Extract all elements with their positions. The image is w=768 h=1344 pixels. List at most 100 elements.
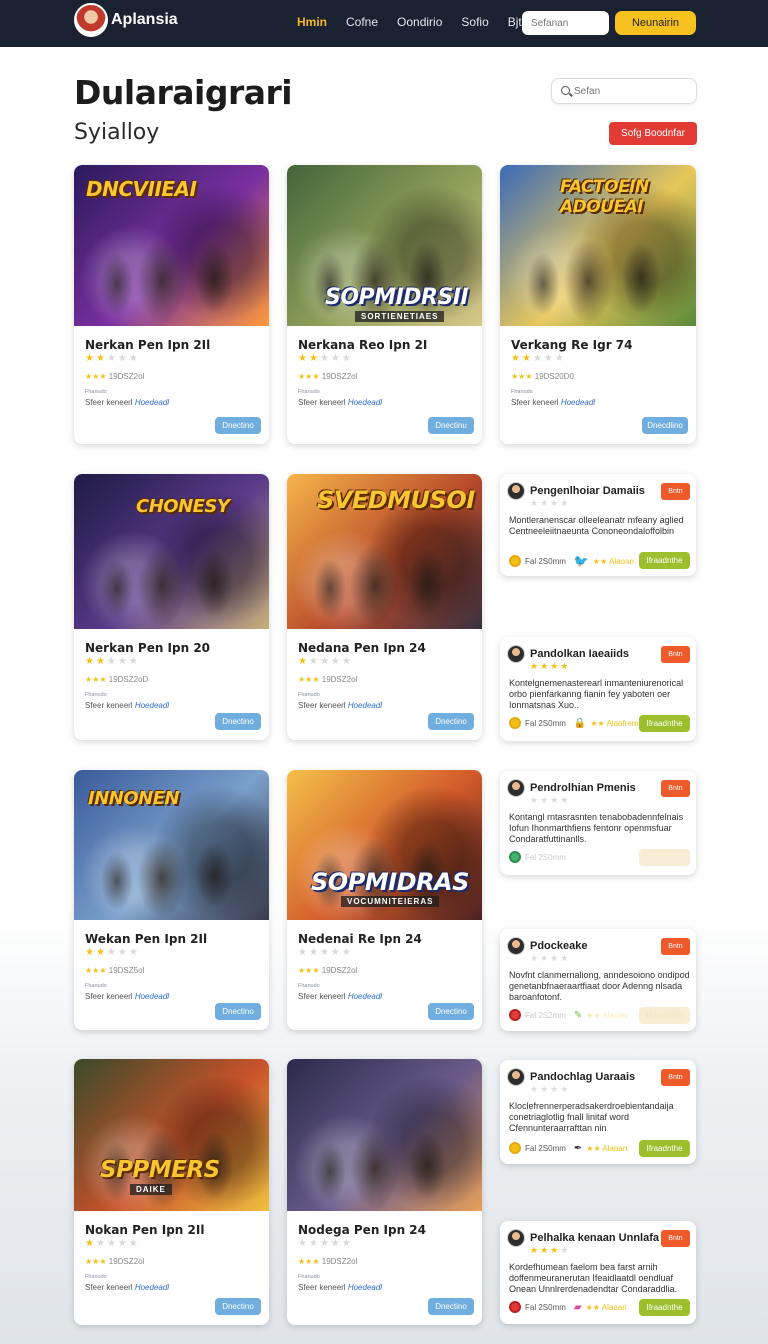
red-action-button[interactable]: Sofg Boodnfar bbox=[609, 122, 697, 145]
reviewer-name[interactable]: Pdockeake bbox=[530, 940, 587, 952]
review-tag-button[interactable]: Bntn bbox=[661, 483, 690, 500]
game-cover-image[interactable]: CHONESY bbox=[74, 474, 269, 629]
game-card[interactable]: FACTOEIN ADOUEAI Verkang Re Igr 74 ★★★★★… bbox=[500, 165, 696, 444]
game-title[interactable]: Nedana Pen Ipn 24 bbox=[298, 641, 426, 655]
brand-logo[interactable]: Aplansia bbox=[74, 3, 178, 37]
game-card[interactable]: SPPMERS DAIKE Nokan Pen Ipn 2Il ★★★★★ ★★… bbox=[74, 1059, 269, 1325]
review-tag-button[interactable]: Bntn bbox=[661, 646, 690, 663]
review-action-button[interactable]: Ifraadnthe bbox=[639, 715, 690, 732]
game-meta-link[interactable]: Hoedeadl bbox=[348, 701, 382, 710]
game-cover-image[interactable]: FACTOEIN ADOUEAI bbox=[500, 165, 696, 326]
game-cover-image[interactable] bbox=[287, 1059, 482, 1211]
star-icon: ★ bbox=[543, 353, 555, 364]
game-meta-link[interactable]: Hoedeadl bbox=[135, 992, 169, 1001]
avatar[interactable] bbox=[507, 1068, 525, 1086]
coin-icon bbox=[509, 1009, 521, 1021]
game-action-button[interactable]: Dnectino bbox=[215, 1003, 261, 1020]
game-title[interactable]: Nerkana Reo Ipn 2I bbox=[298, 338, 427, 352]
review-tag-button[interactable]: Bntn bbox=[661, 938, 690, 955]
avatar[interactable] bbox=[507, 1229, 525, 1247]
review-card[interactable]: Pandolkan Iaeaiids Bntn ★★★★ Kontelgneme… bbox=[500, 637, 696, 741]
nav-link-4[interactable]: Sofio bbox=[461, 15, 488, 29]
game-action-button[interactable]: Dnectino bbox=[215, 417, 261, 434]
review-card[interactable]: Pengenlhoiar Damaiis Bntn ★★★★ Montleran… bbox=[500, 474, 696, 576]
game-rating-value: 19DSZ2ol bbox=[108, 372, 145, 381]
game-action-button[interactable]: Dnectino bbox=[428, 1003, 474, 1020]
review-card[interactable]: Pelhalka kenaan Unnlafa Bntn ★★★★ Kordef… bbox=[500, 1221, 696, 1324]
avatar[interactable] bbox=[507, 779, 525, 797]
game-title[interactable]: Nerkan Pen Ipn 2Il bbox=[85, 338, 210, 352]
review-card[interactable]: Pdockeake Bntn ★★★★ Novfnt clanmernalion… bbox=[500, 929, 696, 1031]
pencil-icon: ✎ bbox=[573, 1009, 583, 1021]
reviewer-name[interactable]: Pendrolhian Pmenis bbox=[530, 782, 636, 794]
game-action-button[interactable]: Dnectino bbox=[215, 713, 261, 730]
game-meta-text: Sfeer keneerl bbox=[511, 398, 559, 407]
nav-cta-button[interactable]: Neunairin bbox=[615, 11, 696, 35]
game-cover-image[interactable]: SVEDMUSOI bbox=[287, 474, 482, 629]
game-title[interactable]: Nerkan Pen Ipn 20 bbox=[85, 641, 210, 655]
page-search-input[interactable] bbox=[574, 83, 690, 100]
nav-search-input[interactable] bbox=[522, 11, 609, 35]
game-card[interactable]: SOPMIDRAS VOCUMNITEIERAS Nedenai Re Ipn … bbox=[287, 770, 482, 1030]
review-card[interactable]: Pandochlag Uaraais Bntn ★★★★ Kloclefrenn… bbox=[500, 1060, 696, 1164]
reviewer-name[interactable]: Pandolkan Iaeaiids bbox=[530, 648, 629, 660]
star-icon: ★ bbox=[298, 947, 309, 958]
game-action-button[interactable]: Dnectino bbox=[428, 713, 474, 730]
star-icon: ★ bbox=[540, 1084, 551, 1094]
nav-link-3[interactable]: Oondirio bbox=[397, 15, 442, 29]
game-cover-image[interactable]: SPPMERS DAIKE bbox=[74, 1059, 269, 1211]
review-action-button[interactable]: Ifraadnthe bbox=[639, 552, 690, 569]
reviewer-name[interactable]: Pengenlhoiar Damaiis bbox=[530, 485, 645, 497]
avatar[interactable] bbox=[507, 937, 525, 955]
star-icon: ★ bbox=[341, 1238, 353, 1249]
game-meta-link[interactable]: Hoedeadl bbox=[135, 701, 169, 710]
review-tag-button[interactable]: Bntn bbox=[661, 780, 690, 797]
game-action-button[interactable]: Dnectino bbox=[215, 1298, 261, 1315]
review-body: Kontelgnemenasterearl inmanteniurenorica… bbox=[509, 678, 684, 710]
star-icon: ★ bbox=[540, 661, 551, 671]
page-search-box[interactable] bbox=[551, 78, 697, 104]
game-meta-text: Sfeer keneerl bbox=[85, 1283, 133, 1292]
review-tag-button[interactable]: Bntn bbox=[661, 1230, 690, 1247]
game-title[interactable]: Wekan Pen Ipn 2Il bbox=[85, 932, 207, 946]
game-meta-link[interactable]: Hoedeadl bbox=[135, 1283, 169, 1292]
reviewer-name[interactable]: Pelhalka kenaan Unnlafa bbox=[530, 1232, 659, 1244]
review-card[interactable]: Pendrolhian Pmenis Bntn ★★★★ Kontangl rn… bbox=[500, 771, 696, 875]
game-meta: Sfeer keneerl Hoedeadl bbox=[85, 701, 169, 710]
review-action-button[interactable]: Ifraadnthe bbox=[639, 1299, 690, 1316]
review-action-button[interactable] bbox=[639, 849, 690, 866]
game-meta-link[interactable]: Hoedeadl bbox=[348, 992, 382, 1001]
nav-link-2[interactable]: Cofne bbox=[346, 15, 378, 29]
game-cover-image[interactable]: SOPMIDRSII SORTIENETIAES bbox=[287, 165, 482, 326]
game-meta-link[interactable]: Hoedeadl bbox=[348, 398, 382, 407]
game-action-button[interactable]: Dnectino bbox=[428, 1298, 474, 1315]
avatar[interactable] bbox=[507, 482, 525, 500]
game-action-button[interactable]: Dnecdlino bbox=[642, 417, 688, 434]
review-action-button[interactable]: Ifraadnthe bbox=[639, 1007, 690, 1024]
game-card[interactable]: CHONESY Nerkan Pen Ipn 20 ★★★★★ ★★★ 19DS… bbox=[74, 474, 269, 740]
game-card[interactable]: SVEDMUSOI Nedana Pen Ipn 24 ★★★★★ ★★★ 19… bbox=[287, 474, 482, 740]
game-title[interactable]: Nedenai Re Ipn 24 bbox=[298, 932, 422, 946]
game-title[interactable]: Nodega Pen Ipn 24 bbox=[298, 1223, 426, 1237]
nav-link-home[interactable]: Hmin bbox=[297, 15, 327, 29]
game-card[interactable]: DNCVIIEAI Nerkan Pen Ipn 2Il ★★★★★ ★★★ 1… bbox=[74, 165, 269, 444]
game-card[interactable]: Nodega Pen Ipn 24 ★★★★★ ★★★ 19DSZ2ol Fha… bbox=[287, 1059, 482, 1325]
brand-name: Aplansia bbox=[111, 11, 178, 28]
avatar[interactable] bbox=[507, 645, 525, 663]
game-cover-image[interactable]: INNONEN bbox=[74, 770, 269, 920]
game-meta-link[interactable]: Hoedeadl bbox=[348, 1283, 382, 1292]
game-card[interactable]: INNONEN Wekan Pen Ipn 2Il ★★★★★ ★★★ 19DS… bbox=[74, 770, 269, 1030]
game-card[interactable]: SOPMIDRSII SORTIENETIAES Nerkana Reo Ipn… bbox=[287, 165, 482, 444]
game-title[interactable]: Verkang Re Igr 74 bbox=[511, 338, 632, 352]
game-meta-link[interactable]: Hoedeadl bbox=[561, 398, 595, 407]
game-title[interactable]: Nokan Pen Ipn 2Il bbox=[85, 1223, 204, 1237]
star-icon: ★ bbox=[319, 353, 331, 364]
game-action-button[interactable]: Dnectinu bbox=[428, 417, 474, 434]
game-cover-image[interactable]: DNCVIIEAI bbox=[74, 165, 269, 326]
cover-subbanner-text: SORTIENETIAES bbox=[355, 311, 445, 322]
game-cover-image[interactable]: SOPMIDRAS VOCUMNITEIERAS bbox=[287, 770, 482, 920]
review-action-button[interactable]: Ifraadnthe bbox=[639, 1140, 690, 1157]
review-tag-button[interactable]: Bntn bbox=[661, 1069, 690, 1086]
game-meta-link[interactable]: Hoedeadl bbox=[135, 398, 169, 407]
reviewer-name[interactable]: Pandochlag Uaraais bbox=[530, 1071, 635, 1083]
